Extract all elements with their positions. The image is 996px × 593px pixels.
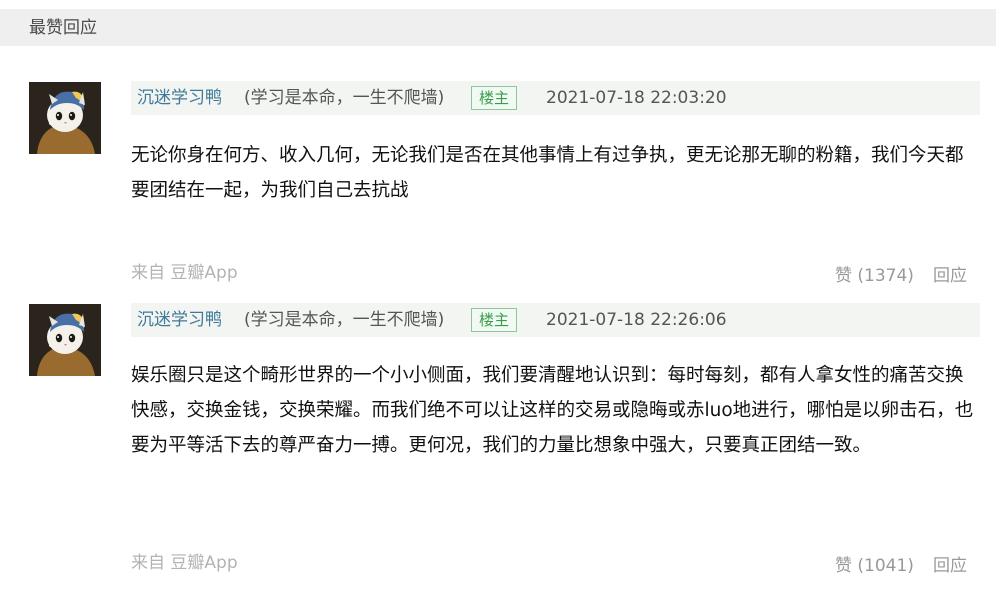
- comment-meta-bar: 沉迷学习鸭 (学习是本命，一生不爬墙) 楼主 2021-07-18 22:03:…: [131, 81, 980, 115]
- reply-button[interactable]: 回应: [933, 266, 967, 286]
- cat-avatar-icon: [29, 304, 101, 376]
- reply-button[interactable]: 回应: [933, 556, 967, 576]
- comment-source: 来自 豆瓣App: [131, 263, 238, 283]
- avatar[interactable]: [29, 82, 101, 154]
- cat-avatar-icon: [29, 82, 101, 154]
- comment-body: 无论你身在何方、收入几何，无论我们是否在其他事情上有过争执，更无论那无聊的粉籍，…: [131, 145, 964, 201]
- author-name[interactable]: 沉迷学习鸭: [137, 88, 222, 108]
- comment-timestamp: 2021-07-18 22:03:20: [546, 88, 727, 108]
- like-button[interactable]: 赞 (1041): [835, 556, 914, 576]
- op-badge: 楼主: [471, 86, 517, 110]
- section-title: 最赞回应: [29, 18, 97, 38]
- avatar[interactable]: [29, 304, 101, 376]
- author-signature: (学习是本命，一生不爬墙): [244, 88, 445, 108]
- like-button[interactable]: 赞 (1374): [835, 266, 914, 286]
- comment-source: 来自 豆瓣App: [131, 553, 238, 573]
- comment-timestamp: 2021-07-18 22:26:06: [546, 310, 727, 330]
- comment-body: 娱乐圈只是这个畸形世界的一个小小侧面，我们要清醒地认识到：每时每刻，都有人拿女性…: [131, 365, 974, 456]
- op-badge: 楼主: [471, 308, 517, 332]
- author-signature: (学习是本命，一生不爬墙): [244, 310, 445, 330]
- comment-meta-bar: 沉迷学习鸭 (学习是本命，一生不爬墙) 楼主 2021-07-18 22:26:…: [131, 303, 980, 337]
- section-header: 最赞回应: [0, 9, 996, 46]
- author-name[interactable]: 沉迷学习鸭: [137, 310, 222, 330]
